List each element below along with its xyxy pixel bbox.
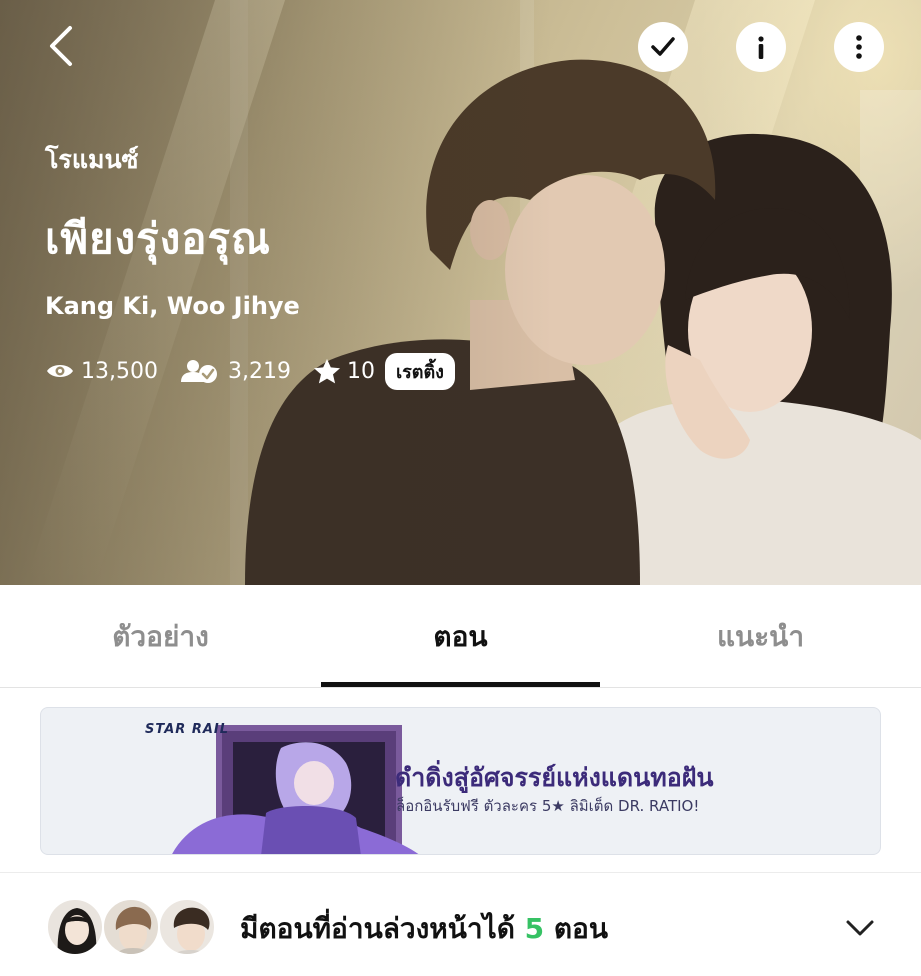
- views-count: 13,500: [81, 358, 158, 384]
- subscribe-button[interactable]: [638, 22, 688, 72]
- rate-button[interactable]: เรตติ้ง: [384, 352, 455, 390]
- checkmark-icon: [651, 37, 675, 56]
- genre-label[interactable]: โรแมนซ์: [45, 140, 139, 180]
- tab-episodes[interactable]: ตอน: [321, 585, 600, 688]
- cover-hero: โรแมนซ์ เพียงรุ่งอรุณ Kang Ki, Woo Jihye…: [0, 0, 921, 585]
- series-title: เพียงรุ่งอรุณ: [45, 214, 271, 263]
- back-arrow-icon: [50, 26, 72, 66]
- ad-banner[interactable]: STAR RAIL ดำดิ่งสู่อัศจรรย์แห่งแดนทอฝัน …: [40, 707, 881, 855]
- authors-label[interactable]: Kang Ki, Woo Jihye: [45, 292, 300, 320]
- early-access-count: 5: [524, 912, 545, 945]
- subscribers-count: 3,219: [227, 358, 291, 384]
- rating-stat: 10: [313, 358, 375, 384]
- banner-headline: ดำดิ่งสู่อัศจรรย์แห่งแดนทอฝัน: [395, 763, 714, 792]
- tab-bar: ตัวอย่าง ตอน แนะนำ: [0, 585, 921, 688]
- banner-logo: STAR RAIL: [145, 722, 230, 737]
- views-stat: 13,500: [45, 359, 158, 384]
- early-access-suffix: ตอน: [553, 912, 608, 945]
- subscribers-icon: [180, 360, 217, 383]
- early-access-prefix: มีตอนที่อ่านล่วงหน้าได้: [240, 912, 515, 945]
- info-icon: [758, 36, 764, 59]
- banner-subtext: ล็อกอินรับฟรี ตัวละคร 5★ ลิมิเต็ด DR. RA…: [396, 797, 700, 815]
- rating-value: 10: [346, 358, 375, 384]
- avatar: [158, 898, 216, 956]
- chevron-down-icon[interactable]: [842, 913, 878, 943]
- early-access-text: มีตอนที่อ่านล่วงหน้าได้ 5 ตอน: [240, 907, 608, 951]
- avatar: [102, 898, 160, 956]
- avatar: [46, 898, 104, 956]
- tab-preview[interactable]: ตัวอย่าง: [0, 585, 321, 688]
- more-vertical-icon: [856, 35, 862, 59]
- back-button[interactable]: [40, 22, 84, 70]
- tab-recommended[interactable]: แนะนำ: [600, 585, 921, 688]
- active-tab-indicator: [321, 682, 600, 687]
- early-access-row[interactable]: มีตอนที่อ่านล่วงหน้าได้ 5 ตอน: [0, 873, 921, 976]
- more-options-button[interactable]: [834, 22, 884, 72]
- subscribers-stat: 3,219: [180, 358, 291, 384]
- star-icon: [313, 359, 340, 384]
- info-button[interactable]: [736, 22, 786, 72]
- eye-icon: [47, 365, 73, 377]
- stats-row: 13,500 3,219 10 เรตติ้ง: [45, 352, 455, 390]
